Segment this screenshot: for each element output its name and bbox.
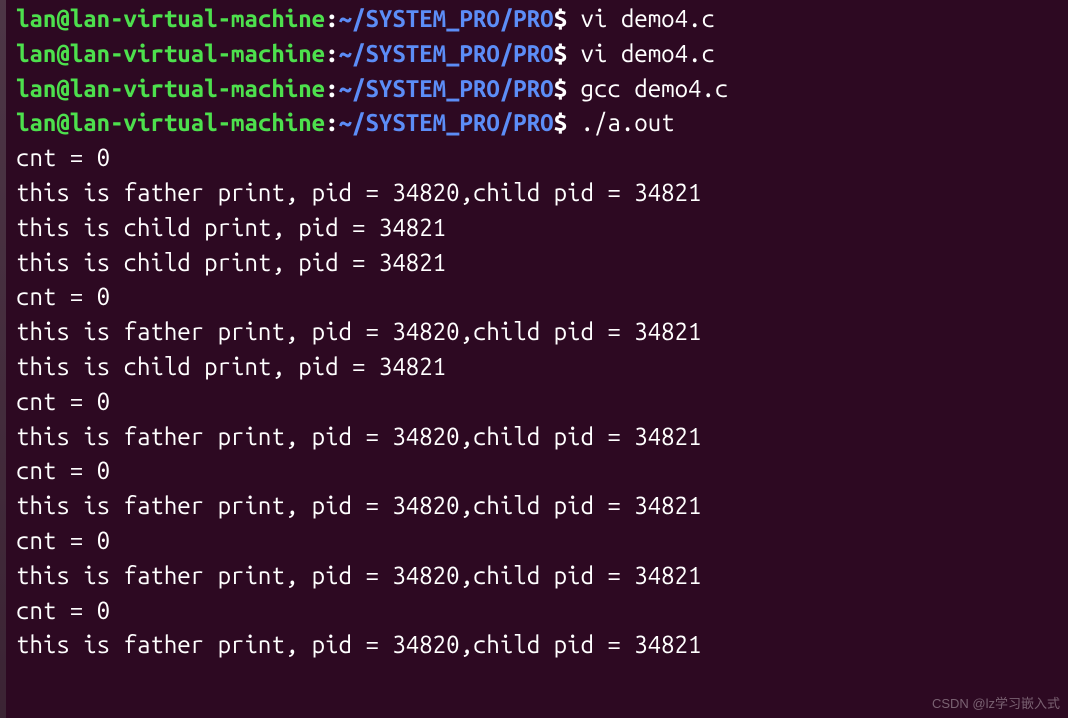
prompt-line: lan@lan-virtual-machine:~/SYSTEM_PRO/PRO… xyxy=(16,2,1068,37)
output-line: this is father print, pid = 34820,child … xyxy=(16,489,1068,524)
prompt-path: ~/SYSTEM_PRO/PRO xyxy=(339,109,554,136)
prompt-colon: : xyxy=(325,40,338,67)
prompt-colon: : xyxy=(325,75,338,102)
output-line: cnt = 0 xyxy=(16,524,1068,559)
output-line: cnt = 0 xyxy=(16,594,1068,629)
command-text: vi demo4.c xyxy=(581,40,715,67)
output-line: this is father print, pid = 34820,child … xyxy=(16,315,1068,350)
prompt-user: lan@lan-virtual-machine xyxy=(16,75,325,102)
prompt-user: lan@lan-virtual-machine xyxy=(16,109,325,136)
output-line: this is child print, pid = 34821 xyxy=(16,350,1068,385)
prompt-dollar: $ xyxy=(554,5,567,32)
command-text: ./a.out xyxy=(581,109,675,136)
output-line: this is child print, pid = 34821 xyxy=(16,246,1068,281)
output-line: this is father print, pid = 34820,child … xyxy=(16,176,1068,211)
prompt-path: ~/SYSTEM_PRO/PRO xyxy=(339,5,554,32)
output-line: this is father print, pid = 34820,child … xyxy=(16,559,1068,594)
terminal-content[interactable]: lan@lan-virtual-machine:~/SYSTEM_PRO/PRO… xyxy=(16,2,1068,663)
command-text: gcc demo4.c xyxy=(581,75,729,102)
prompt-dollar: $ xyxy=(554,75,567,102)
prompt-path: ~/SYSTEM_PRO/PRO xyxy=(339,75,554,102)
prompt-user: lan@lan-virtual-machine xyxy=(16,40,325,67)
prompt-path: ~/SYSTEM_PRO/PRO xyxy=(339,40,554,67)
output-line: cnt = 0 xyxy=(16,141,1068,176)
output-line: cnt = 0 xyxy=(16,454,1068,489)
prompt-line: lan@lan-virtual-machine:~/SYSTEM_PRO/PRO… xyxy=(16,106,1068,141)
output-line: this is father print, pid = 34820,child … xyxy=(16,628,1068,663)
prompt-colon: : xyxy=(325,109,338,136)
prompt-user: lan@lan-virtual-machine xyxy=(16,5,325,32)
prompt-dollar: $ xyxy=(554,40,567,67)
prompt-line: lan@lan-virtual-machine:~/SYSTEM_PRO/PRO… xyxy=(16,72,1068,107)
prompt-dollar: $ xyxy=(554,109,567,136)
prompt-colon: : xyxy=(325,5,338,32)
output-line: cnt = 0 xyxy=(16,280,1068,315)
output-line: this is child print, pid = 34821 xyxy=(16,211,1068,246)
command-text: vi demo4.c xyxy=(581,5,715,32)
watermark-text: CSDN @lz学习嵌入式 xyxy=(932,695,1060,714)
prompt-line: lan@lan-virtual-machine:~/SYSTEM_PRO/PRO… xyxy=(16,37,1068,72)
output-line: this is father print, pid = 34820,child … xyxy=(16,420,1068,455)
output-line: cnt = 0 xyxy=(16,385,1068,420)
window-left-edge xyxy=(0,0,6,718)
